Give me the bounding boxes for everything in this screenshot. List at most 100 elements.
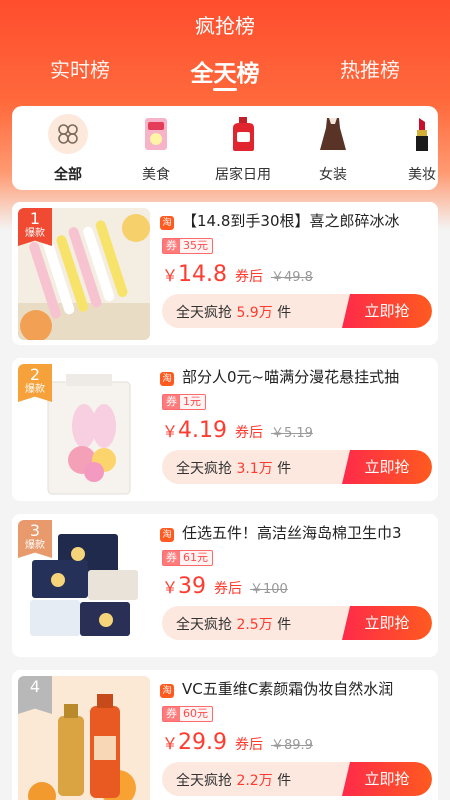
coupon-tag: 券 <box>163 395 180 409</box>
currency-symbol: ￥ <box>162 422 179 441</box>
product-title: VC五重维C素颜霜伪妆自然水润 <box>182 680 394 698</box>
product-title: 任选五件！高洁丝海岛棉卫生巾3 <box>182 524 402 542</box>
sales-bar: 全天疯抢 2.5万 件 立即抢 <box>162 606 432 640</box>
taobao-icon: 淘 <box>160 216 174 230</box>
category-womens-clothing[interactable]: 女装 <box>293 114 373 186</box>
sales-bar: 全天疯抢 5.9万 件 立即抢 <box>162 294 432 328</box>
tab-hot-recommend[interactable]: 热推榜 <box>305 54 435 83</box>
category-bar: 全部 美食 居家日用 女装 美妆 <box>12 106 438 190</box>
page-title: 疯抢榜 <box>195 14 255 38</box>
buy-now-button[interactable]: 立即抢 <box>342 450 432 484</box>
product-title-row[interactable]: 淘部分人0元~喵满分漫花悬挂式抽 <box>160 366 430 388</box>
promo-prefix: 全天疯抢 <box>176 305 232 321</box>
price-row: ￥4.19 券后 ￥5.19 <box>162 418 313 448</box>
after-coupon-label: 券后 <box>235 425 263 441</box>
product-title-row[interactable]: 淘任选五件！高洁丝海岛棉卫生巾3 <box>160 522 430 544</box>
buy-now-button[interactable]: 立即抢 <box>342 606 432 640</box>
taobao-icon: 淘 <box>160 684 174 698</box>
clover-icon <box>48 114 88 154</box>
buy-now-button[interactable]: 立即抢 <box>342 762 432 796</box>
sold-unit: 件 <box>277 773 292 789</box>
detergent-icon <box>223 114 263 154</box>
sales-text: 全天疯抢 3.1万 件 <box>176 458 291 478</box>
category-food[interactable]: 美食 <box>116 114 196 186</box>
after-coupon-label: 券后 <box>235 737 263 753</box>
rank-badge: 2 爆款 <box>18 364 52 402</box>
coupon-amount: 1元 <box>183 395 201 408</box>
rank-badge: 3 爆款 <box>18 520 52 558</box>
taobao-icon: 淘 <box>160 528 174 542</box>
product-title-row[interactable]: 淘 VC五重维C素颜霜伪妆自然水润 <box>160 678 430 700</box>
taobao-icon: 淘 <box>160 372 174 386</box>
coupon-tag: 券 <box>163 707 180 721</box>
product-title: 部分人0元~喵满分漫花悬挂式抽 <box>182 368 400 386</box>
rank-number: 2 <box>29 365 41 384</box>
price-row: ￥39 券后 ￥100 <box>162 574 288 604</box>
dress-icon <box>313 114 353 154</box>
category-label: 全部 <box>54 167 82 183</box>
product-title-row[interactable]: 淘【14.8到手30根】喜之郎碎冰冰 <box>160 210 430 232</box>
category-label: 女装 <box>319 167 347 183</box>
category-household[interactable]: 居家日用 <box>203 114 283 186</box>
sold-count: 5.9万 <box>236 305 273 321</box>
product-image[interactable]: 1 爆款 <box>18 208 150 340</box>
currency-symbol: ￥ <box>162 734 179 753</box>
price-value: 39 <box>178 574 207 599</box>
sold-count: 2.2万 <box>236 773 273 789</box>
product-card[interactable]: 4 淘 VC五重维C素颜霜伪妆自然水润 券 60元 ￥29.9 券后 ￥89.9 全天疯… <box>12 670 438 800</box>
rank-number: 3 <box>29 521 41 540</box>
rank-tag: 爆款 <box>25 540 45 551</box>
price-value: 29.9 <box>178 730 227 755</box>
sold-unit: 件 <box>277 305 292 321</box>
category-label: 居家日用 <box>215 167 271 183</box>
category-label: 美食 <box>142 167 170 183</box>
product-card[interactable]: 3 爆款 淘任选五件！高洁丝海岛棉卫生巾3 券 61元 ￥39 券后 ￥100 全天疯… <box>12 514 438 657</box>
sold-count: 2.5万 <box>236 617 273 633</box>
sold-unit: 件 <box>277 461 292 477</box>
category-label: 美妆 <box>408 167 436 183</box>
rank-tag: 爆款 <box>25 228 45 239</box>
original-price: ￥49.8 <box>271 270 313 285</box>
original-price: ￥100 <box>250 582 288 597</box>
product-image[interactable]: 4 <box>18 676 150 800</box>
price-value: 14.8 <box>178 262 227 287</box>
rank-badge: 1 爆款 <box>18 208 52 246</box>
price-row: ￥14.8 券后 ￥49.8 <box>162 262 313 292</box>
price-value: 4.19 <box>178 418 227 443</box>
coupon-badge: 券 35元 <box>162 238 213 254</box>
category-beauty[interactable]: 美妆 <box>382 114 438 186</box>
product-card[interactable]: 2 爆款 淘部分人0元~喵满分漫花悬挂式抽 券 1元 ￥4.19 券后 ￥5.19 全… <box>12 358 438 501</box>
sold-count: 3.1万 <box>236 461 273 477</box>
currency-symbol: ￥ <box>162 578 179 597</box>
sales-text: 全天疯抢 2.2万 件 <box>176 770 291 790</box>
sold-unit: 件 <box>277 617 292 633</box>
product-image[interactable]: 2 爆款 <box>18 364 150 496</box>
snack-icon <box>136 114 176 154</box>
promo-prefix: 全天疯抢 <box>176 617 232 633</box>
buy-now-button[interactable]: 立即抢 <box>342 294 432 328</box>
product-title: 【14.8到手30根】喜之郎碎冰冰 <box>182 212 400 230</box>
sales-text: 全天疯抢 5.9万 件 <box>176 302 291 322</box>
category-all[interactable]: 全部 <box>28 114 108 186</box>
product-image[interactable]: 3 爆款 <box>18 520 150 652</box>
rank-number: 4 <box>29 677 41 696</box>
rank-tag: 爆款 <box>25 384 45 395</box>
after-coupon-label: 券后 <box>214 581 243 597</box>
rank-badge: 4 <box>18 676 52 714</box>
tab-realtime[interactable]: 实时榜 <box>15 54 145 83</box>
original-price: ￥5.19 <box>271 426 313 441</box>
currency-symbol: ￥ <box>162 266 179 285</box>
coupon-tag: 券 <box>163 551 180 565</box>
coupon-badge: 券 60元 <box>162 706 213 722</box>
promo-prefix: 全天疯抢 <box>176 461 232 477</box>
product-card[interactable]: 1 爆款 淘【14.8到手30根】喜之郎碎冰冰 券 35元 ￥14.8 券后 ￥49.… <box>12 202 438 345</box>
coupon-badge: 券 1元 <box>162 394 206 410</box>
coupon-badge: 券 61元 <box>162 550 213 566</box>
price-row: ￥29.9 券后 ￥89.9 <box>162 730 313 760</box>
promo-prefix: 全天疯抢 <box>176 773 232 789</box>
sales-bar: 全天疯抢 3.1万 件 立即抢 <box>162 450 432 484</box>
lipstick-icon <box>402 114 438 154</box>
sales-text: 全天疯抢 2.5万 件 <box>176 614 291 634</box>
tab-all-day[interactable]: 全天榜 <box>160 54 290 88</box>
sales-bar: 全天疯抢 2.2万 件 立即抢 <box>162 762 432 796</box>
